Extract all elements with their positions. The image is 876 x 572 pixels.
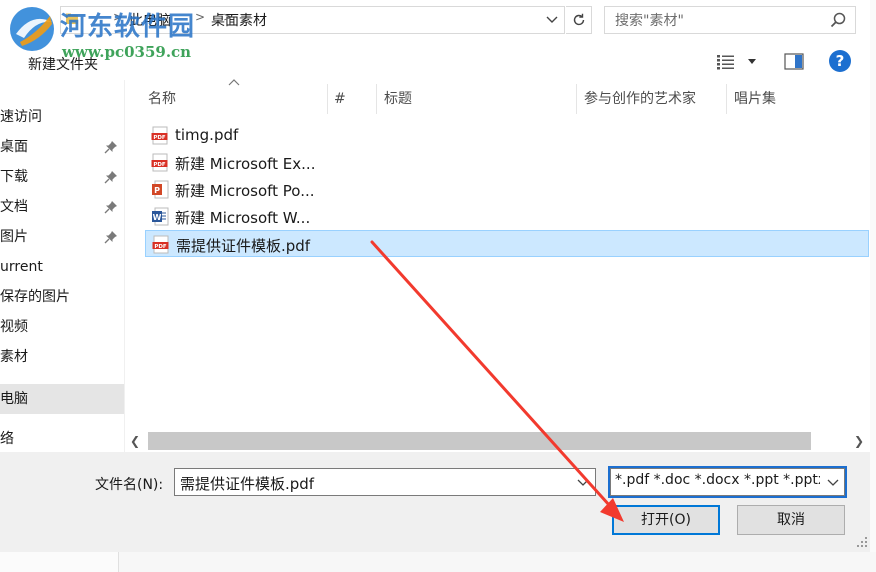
navigation-pane: 速访问桌面下载文档图片 urrent 保存的图片视频素材电脑络: [0, 80, 124, 452]
search-icon[interactable]: [829, 11, 847, 29]
scroll-right-icon[interactable]: ❯: [854, 434, 864, 448]
details-view-icon[interactable]: [716, 54, 736, 70]
open-button[interactable]: 打开(O): [612, 505, 720, 535]
nav-item[interactable]: 络: [0, 424, 124, 454]
watermark-site-name: 河东软件园: [60, 12, 196, 42]
nav-item-label: 速访问: [0, 109, 42, 125]
nav-item-label: urrent: [0, 259, 43, 275]
new-folder-button[interactable]: 新建文件夹: [28, 54, 98, 74]
nav-item-label: 桌面: [0, 139, 28, 155]
file-row[interactable]: PDF timg.pdf: [145, 122, 869, 149]
search-box[interactable]: [604, 6, 856, 34]
file-name: 新建 Microsoft W...: [175, 209, 311, 227]
watermark-logo: [10, 7, 54, 51]
pdf-file-icon: PDF: [152, 235, 169, 254]
breadcrumb-materials[interactable]: 素材: [239, 10, 267, 30]
nav-item[interactable]: 文档: [0, 192, 124, 222]
nav-item[interactable]: 素材: [0, 342, 124, 372]
word-file-icon: W: [152, 207, 169, 226]
nav-item-label: 图片: [0, 229, 28, 245]
column-header-album[interactable]: 唱片集: [734, 84, 776, 114]
background-window: [0, 552, 876, 572]
file-name: 需提供证件模板.pdf: [176, 237, 311, 255]
nav-item[interactable]: urrent: [0, 252, 124, 282]
chevron-down-icon[interactable]: [825, 473, 841, 491]
file-type-select[interactable]: *.pdf *.doc *.docx *.ppt *.pptx: [608, 466, 847, 498]
pin-icon[interactable]: [104, 230, 118, 244]
nav-item[interactable]: 速访问: [0, 102, 124, 132]
pin-icon[interactable]: [104, 170, 118, 184]
nav-item[interactable]: 下载: [0, 162, 124, 192]
file-row[interactable]: W 新建 Microsoft W...: [145, 203, 869, 230]
svg-text:W: W: [153, 213, 162, 222]
column-header-name[interactable]: 名称: [148, 84, 176, 114]
pane-divider[interactable]: [124, 80, 125, 452]
preview-pane-icon[interactable]: [784, 53, 804, 70]
file-name: timg.pdf: [175, 126, 239, 144]
sort-ascending-icon: [228, 79, 240, 86]
pdf-file-icon: PDF: [151, 153, 168, 172]
nav-item[interactable]: 保存的图片: [0, 282, 124, 312]
column-separator[interactable]: [576, 84, 577, 114]
powerpoint-file-icon: P: [152, 180, 169, 199]
file-name: 新建 Microsoft Ex...: [175, 155, 316, 173]
scroll-left-icon[interactable]: ❮: [130, 434, 140, 448]
nav-item-label: 文档: [0, 199, 28, 215]
filename-field[interactable]: [174, 468, 596, 496]
column-separator[interactable]: [327, 84, 328, 114]
svg-text:PDF: PDF: [154, 244, 167, 250]
file-row[interactable]: PDF 需提供证件模板.pdf: [145, 230, 869, 257]
nav-item[interactable]: 视频: [0, 312, 124, 342]
nav-item-label: 下载: [0, 169, 28, 185]
column-header-number[interactable]: #: [334, 84, 346, 114]
nav-item[interactable]: 图片: [0, 222, 124, 252]
pin-icon[interactable]: [104, 140, 118, 154]
file-row[interactable]: PDF 新建 Microsoft Ex...: [145, 149, 869, 176]
column-header-artist[interactable]: 参与创作的艺术家: [584, 84, 696, 114]
file-row[interactable]: P 新建 Microsoft Po...: [145, 176, 869, 203]
svg-text:P: P: [154, 186, 160, 195]
filename-input[interactable]: [178, 470, 582, 496]
file-name: 新建 Microsoft Po...: [175, 182, 315, 200]
file-type-value: *.pdf *.doc *.docx *.ppt *.pptx: [615, 472, 820, 488]
chevron-down-icon[interactable]: [575, 473, 591, 491]
chevron-down-icon[interactable]: [544, 9, 560, 31]
dialog-footer: [0, 452, 876, 552]
search-input[interactable]: [613, 8, 827, 34]
view-options-chevron-icon[interactable]: [745, 54, 759, 68]
scrollbar-thumb[interactable]: [148, 432, 811, 450]
refresh-icon: [573, 13, 584, 26]
cancel-button[interactable]: 取消: [737, 505, 845, 535]
column-header-title[interactable]: 标题: [384, 84, 412, 114]
column-separator[interactable]: [726, 84, 727, 114]
refresh-button[interactable]: [566, 6, 592, 34]
nav-item-label: 络: [0, 431, 14, 447]
nav-item[interactable]: 电脑: [0, 384, 124, 414]
nav-item-label: 素材: [0, 349, 28, 365]
nav-item-label: 视频: [0, 319, 28, 335]
help-icon[interactable]: ?: [829, 50, 851, 72]
nav-item-label: 保存的图片: [0, 289, 70, 305]
svg-text:PDF: PDF: [153, 135, 166, 141]
nav-item-label: 电脑: [0, 391, 28, 407]
resize-grip-icon[interactable]: [855, 535, 869, 549]
breadcrumb-separator: >: [223, 10, 234, 24]
window-edge: [870, 0, 876, 572]
pdf-file-icon: PDF: [151, 126, 168, 145]
breadcrumb-separator: >: [195, 10, 206, 24]
column-separator[interactable]: [376, 84, 377, 114]
filename-label: 文件名(N):: [95, 477, 164, 493]
nav-item[interactable]: 桌面: [0, 132, 124, 162]
svg-text:PDF: PDF: [153, 162, 166, 168]
pin-icon[interactable]: [104, 200, 118, 214]
